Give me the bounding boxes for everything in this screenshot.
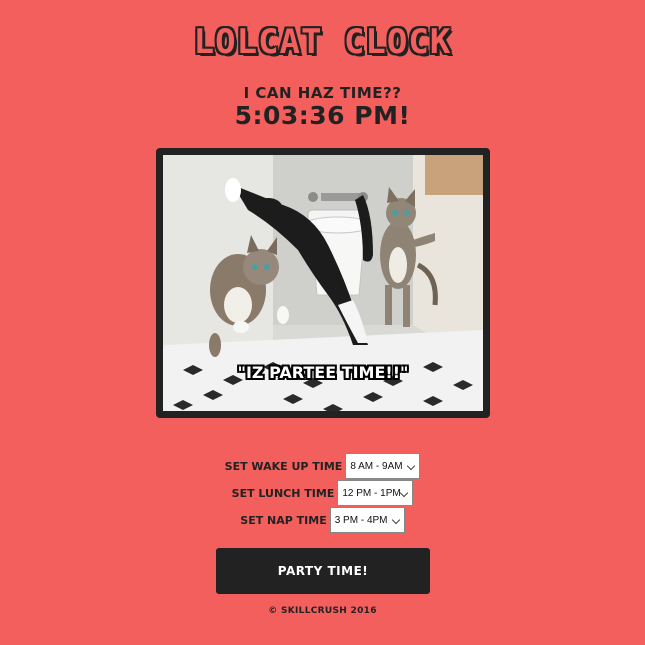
lolcat-photo-frame: "IZ PARTEE TIME!!"	[156, 148, 490, 418]
nap-label: Set Nap Time	[240, 513, 327, 527]
lunch-select-value: 12 PM - 1PM	[342, 487, 401, 499]
chevron-down-icon	[407, 461, 416, 471]
clock-time: 5:03:36 PM!	[234, 101, 411, 130]
wake-up-label: Set Wake Up Time	[224, 459, 343, 473]
lunch-setting-row: Set Lunch Time 12 PM - 1PM	[0, 480, 645, 506]
nap-select-value: 3 PM - 4PM	[334, 514, 388, 526]
page-title: Lolcat Clock	[193, 22, 452, 62]
chevron-down-icon	[400, 488, 409, 498]
lunch-label: Set Lunch Time	[231, 486, 335, 500]
wake-up-select-value: 8 AM - 9AM	[350, 460, 403, 472]
clock-subtitle: I can haz time??	[243, 84, 402, 102]
party-time-button[interactable]: Party Time!	[216, 548, 430, 594]
wake-up-select[interactable]: 8 AM - 9AM	[345, 453, 421, 479]
photo-caption: "IZ PARTEE TIME!!"	[237, 363, 409, 382]
wake-up-setting-row: Set Wake Up Time 8 AM - 9AM	[0, 453, 645, 479]
lunch-select[interactable]: 12 PM - 1PM	[337, 480, 414, 506]
nap-select[interactable]: 3 PM - 4PM	[329, 507, 405, 533]
lolcat-photo: "IZ PARTEE TIME!!"	[163, 155, 483, 411]
nap-setting-row: Set Nap Time 3 PM - 4PM	[0, 507, 645, 533]
chevron-down-icon	[391, 515, 400, 525]
footer-copyright: © Skillcrush 2016	[268, 606, 377, 616]
